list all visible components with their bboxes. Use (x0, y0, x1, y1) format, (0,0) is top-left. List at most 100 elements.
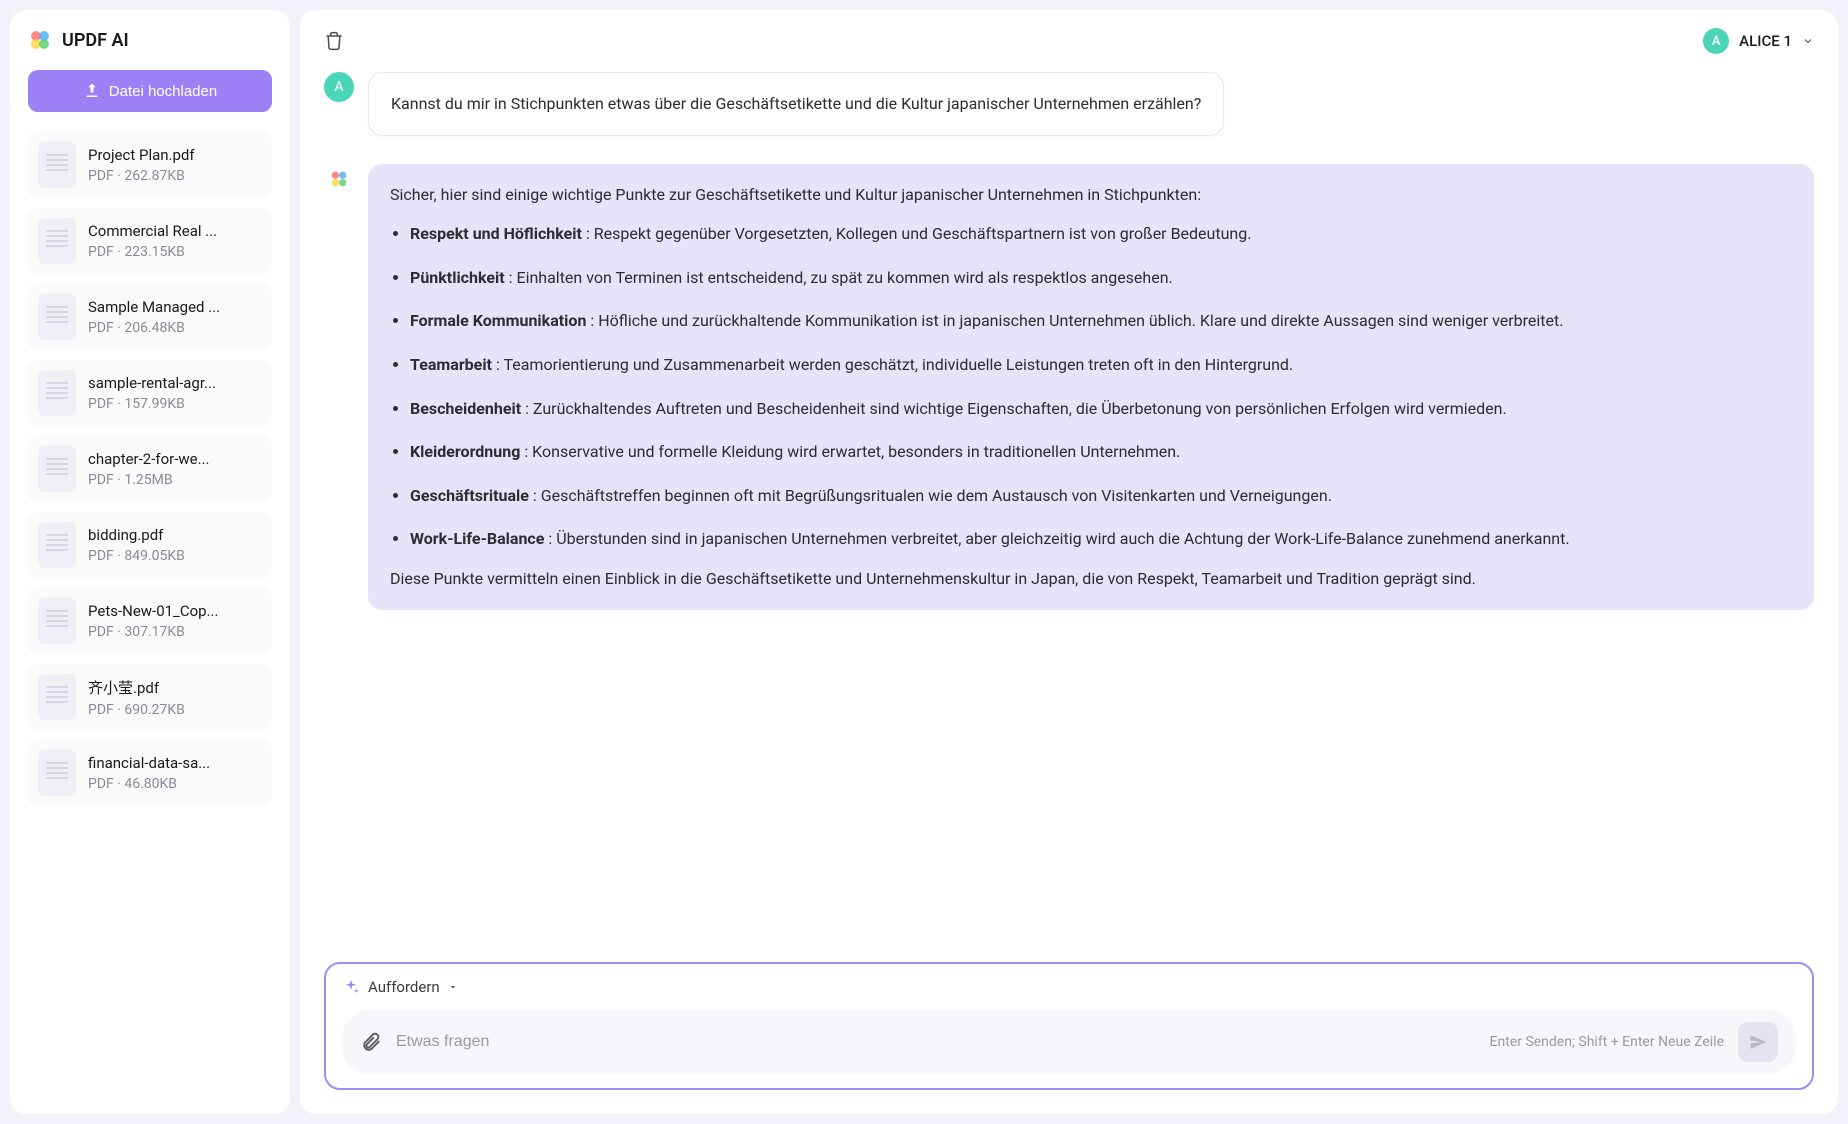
file-meta: PDF · 223.15KB (88, 244, 262, 260)
file-name: Sample Managed ... (88, 298, 262, 316)
app-logo-icon (28, 28, 52, 52)
point-title: Bescheidenheit (410, 399, 521, 418)
list-item: Formale Kommunikation : Höfliche und zur… (410, 308, 1792, 334)
file-icon (38, 142, 76, 188)
file-name: chapter-2-for-we... (88, 450, 262, 468)
file-item[interactable]: sample-rental-agr... PDF · 157.99KB (28, 360, 272, 426)
avatar: A (1703, 28, 1729, 54)
file-info: Commercial Real ... PDF · 223.15KB (88, 222, 262, 260)
ai-points-list: Respekt und Höflichkeit : Respekt gegenü… (410, 221, 1792, 552)
chat-input[interactable] (396, 1033, 1476, 1051)
file-meta: PDF · 849.05KB (88, 548, 262, 564)
file-icon (38, 750, 76, 796)
file-info: Project Plan.pdf PDF · 262.87KB (88, 146, 262, 184)
point-text: : Respekt gegenüber Vorgesetzten, Kolleg… (582, 224, 1252, 243)
file-icon (38, 522, 76, 568)
app-logo-row: UPDF AI (28, 28, 272, 52)
file-name: bidding.pdf (88, 526, 262, 544)
file-item[interactable]: Sample Managed ... PDF · 206.48KB (28, 284, 272, 350)
file-meta: PDF · 262.87KB (88, 168, 262, 184)
chat-area: A Kannst du mir in Stichpunkten etwas üb… (300, 72, 1838, 962)
file-icon (38, 370, 76, 416)
point-text: : Einhalten von Terminen ist entscheiden… (505, 268, 1173, 287)
file-icon (38, 446, 76, 492)
list-item: Respekt und Höflichkeit : Respekt gegenü… (410, 221, 1792, 247)
file-meta: PDF · 690.27KB (88, 702, 262, 718)
trash-icon[interactable] (324, 31, 344, 51)
sidebar: UPDF AI Datei hochladen Project Plan.pdf… (10, 10, 290, 1114)
list-item: Geschäftsrituale : Geschäftstreffen begi… (410, 483, 1792, 509)
point-title: Formale Kommunikation (410, 311, 586, 330)
prompt-label: Auffordern (368, 978, 440, 996)
header: A ALICE 1 (300, 10, 1838, 72)
file-meta: PDF · 1.25MB (88, 472, 262, 488)
file-info: financial-data-sa... PDF · 46.80KB (88, 754, 262, 792)
ai-logo-icon (328, 168, 350, 190)
app-name: UPDF AI (62, 30, 129, 51)
sparkle-icon (342, 978, 360, 996)
point-title: Kleiderordnung (410, 442, 520, 461)
user-avatar: A (324, 72, 354, 102)
file-info: sample-rental-agr... PDF · 157.99KB (88, 374, 262, 412)
file-name: Project Plan.pdf (88, 146, 262, 164)
file-info: chapter-2-for-we... PDF · 1.25MB (88, 450, 262, 488)
file-info: Pets-New-01_Cop... PDF · 307.17KB (88, 602, 262, 640)
input-section: Auffordern Enter Senden; Shift + Enter N… (324, 962, 1814, 1090)
point-text: : Geschäftstreffen beginnen oft mit Begr… (529, 486, 1332, 505)
input-hint: Enter Senden; Shift + Enter Neue Zeile (1490, 1034, 1724, 1050)
file-name: financial-data-sa... (88, 754, 262, 772)
file-name: Commercial Real ... (88, 222, 262, 240)
user-name: ALICE 1 (1739, 32, 1792, 50)
list-item: Work-Life-Balance : Überstunden sind in … (410, 526, 1792, 552)
file-icon (38, 598, 76, 644)
send-icon (1749, 1033, 1767, 1051)
list-item: Kleiderordnung : Konservative und formel… (410, 439, 1792, 465)
point-title: Work-Life-Balance (410, 529, 544, 548)
file-icon (38, 294, 76, 340)
list-item: Teamarbeit : Teamorientierung und Zusamm… (410, 352, 1792, 378)
upload-label: Datei hochladen (109, 83, 217, 100)
point-text: : Konservative und formelle Kleidung wir… (520, 442, 1180, 461)
file-item[interactable]: bidding.pdf PDF · 849.05KB (28, 512, 272, 578)
user-message: Kannst du mir in Stichpunkten etwas über… (368, 72, 1224, 136)
ai-message: Sicher, hier sind einige wichtige Punkte… (368, 164, 1814, 610)
file-item[interactable]: financial-data-sa... PDF · 46.80KB (28, 740, 272, 806)
file-item[interactable]: Project Plan.pdf PDF · 262.87KB (28, 132, 272, 198)
file-meta: PDF · 206.48KB (88, 320, 262, 336)
file-info: Sample Managed ... PDF · 206.48KB (88, 298, 262, 336)
chevron-down-icon (1802, 35, 1814, 47)
file-list: Project Plan.pdf PDF · 262.87KB Commerci… (28, 132, 272, 1096)
attach-icon[interactable] (360, 1031, 382, 1053)
point-title: Teamarbeit (410, 355, 492, 374)
point-text: : Teamorientierung und Zusammenarbeit we… (492, 355, 1293, 374)
file-icon (38, 218, 76, 264)
file-meta: PDF · 46.80KB (88, 776, 262, 792)
point-title: Geschäftsrituale (410, 486, 529, 505)
main-area: A ALICE 1 A Kannst du mir in Stichpunkte… (300, 10, 1838, 1114)
file-item[interactable]: chapter-2-for-we... PDF · 1.25MB (28, 436, 272, 502)
ai-outro: Diese Punkte vermitteln einen Einblick i… (390, 566, 1792, 592)
file-item[interactable]: 齐小莹.pdf PDF · 690.27KB (28, 664, 272, 730)
file-item[interactable]: Commercial Real ... PDF · 223.15KB (28, 208, 272, 274)
upload-icon (83, 82, 101, 100)
prompt-selector[interactable]: Auffordern (342, 978, 1796, 996)
caret-down-icon (448, 982, 458, 992)
point-text: : Zurückhaltendes Auftreten und Bescheid… (521, 399, 1507, 418)
file-icon (38, 674, 76, 720)
send-button[interactable] (1738, 1022, 1778, 1062)
upload-button[interactable]: Datei hochladen (28, 70, 272, 112)
file-item[interactable]: Pets-New-01_Cop... PDF · 307.17KB (28, 588, 272, 654)
user-message-row: A Kannst du mir in Stichpunkten etwas üb… (324, 72, 1814, 136)
file-meta: PDF · 307.17KB (88, 624, 262, 640)
file-info: 齐小莹.pdf PDF · 690.27KB (88, 677, 262, 718)
ai-intro: Sicher, hier sind einige wichtige Punkte… (390, 182, 1792, 208)
file-name: 齐小莹.pdf (88, 677, 262, 698)
point-title: Respekt und Höflichkeit (410, 224, 582, 243)
point-text: : Höfliche und zurückhaltende Kommunikat… (586, 311, 1563, 330)
input-row: Enter Senden; Shift + Enter Neue Zeile (342, 1010, 1796, 1074)
ai-message-row: Sicher, hier sind einige wichtige Punkte… (324, 164, 1814, 610)
user-menu[interactable]: A ALICE 1 (1703, 28, 1814, 54)
point-text: : Überstunden sind in japanischen Untern… (544, 529, 1569, 548)
file-info: bidding.pdf PDF · 849.05KB (88, 526, 262, 564)
file-meta: PDF · 157.99KB (88, 396, 262, 412)
